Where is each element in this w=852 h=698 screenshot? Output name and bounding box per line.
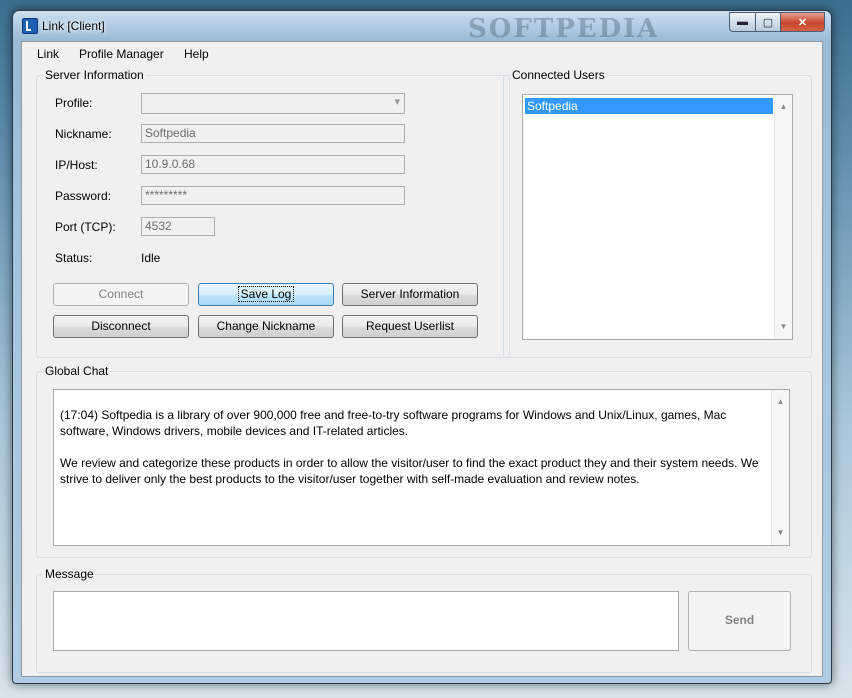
app-icon [22,18,38,34]
menu-link[interactable]: Link [37,47,59,61]
watermark: SOFTPEDIA [468,14,660,44]
scroll-up-icon[interactable]: ▲ [772,394,789,410]
server-info-legend: Server Information [45,68,144,82]
port-label: Port (TCP): [55,220,116,234]
maximize-button[interactable]: ▢ [756,12,781,32]
save-log-button[interactable]: Save Log [198,283,334,306]
send-button[interactable]: Send [688,591,791,651]
global-chat-legend: Global Chat [45,364,109,378]
chat-scrollbar[interactable]: ▲ ▼ [771,390,789,545]
request-userlist-button[interactable]: Request Userlist [342,315,478,338]
nickname-field[interactable]: Softpedia [141,124,405,143]
connected-users-legend: Connected Users [512,68,605,82]
user-item-softpedia[interactable]: Softpedia [525,98,773,114]
change-nickname-button[interactable]: Change Nickname [198,315,334,338]
disconnect-button[interactable]: Disconnect [53,315,189,338]
password-field[interactable]: ********* [141,186,405,205]
menu-bar: Link Profile Manager Help [22,42,822,64]
status-label: Status: [55,251,93,265]
chat-message: We review and categorize these products … [60,456,759,486]
port-field[interactable]: 4532 [141,217,215,236]
scroll-up-icon[interactable]: ▲ [775,99,792,115]
title-bar[interactable]: Link [Client] SOFTPEDIA ▬ ▢ ✕ [13,11,831,44]
host-label: IP/Host: [55,158,98,172]
menu-help[interactable]: Help [184,47,209,61]
save-log-label: Save Log [237,286,295,302]
connect-button[interactable]: Connect [53,283,189,306]
nickname-label: Nickname: [55,127,112,141]
minimize-button[interactable]: ▬ [729,12,756,32]
scroll-down-icon[interactable]: ▼ [772,525,789,541]
server-information-button[interactable]: Server Information [342,283,478,306]
app-window: Link [Client] SOFTPEDIA ▬ ▢ ✕ Link Profi… [12,10,832,684]
chat-messages: (17:04) Softpedia is a library of over 9… [60,407,763,503]
message-legend: Message [45,567,94,581]
status-value: Idle [141,251,161,265]
caption-buttons: ▬ ▢ ✕ [729,12,825,32]
host-field[interactable]: 10.9.0.68 [141,155,405,174]
window-title: Link [Client] [42,19,105,33]
users-list[interactable]: Softpedia ▲ ▼ [522,94,793,340]
chat-message: (17:04) Softpedia is a library of over 9… [60,408,727,438]
menu-profile-manager[interactable]: Profile Manager [79,47,164,61]
profile-combo[interactable] [141,93,405,114]
password-label: Password: [55,189,112,203]
client-area: Link Profile Manager Help Server Informa… [21,41,823,677]
scroll-down-icon[interactable]: ▼ [775,319,792,335]
profile-label: Profile: [55,96,93,110]
users-scrollbar[interactable]: ▲ ▼ [774,95,792,339]
message-input[interactable] [53,591,679,651]
global-chat-area[interactable]: (17:04) Softpedia is a library of over 9… [53,389,790,546]
close-button[interactable]: ✕ [781,12,825,32]
